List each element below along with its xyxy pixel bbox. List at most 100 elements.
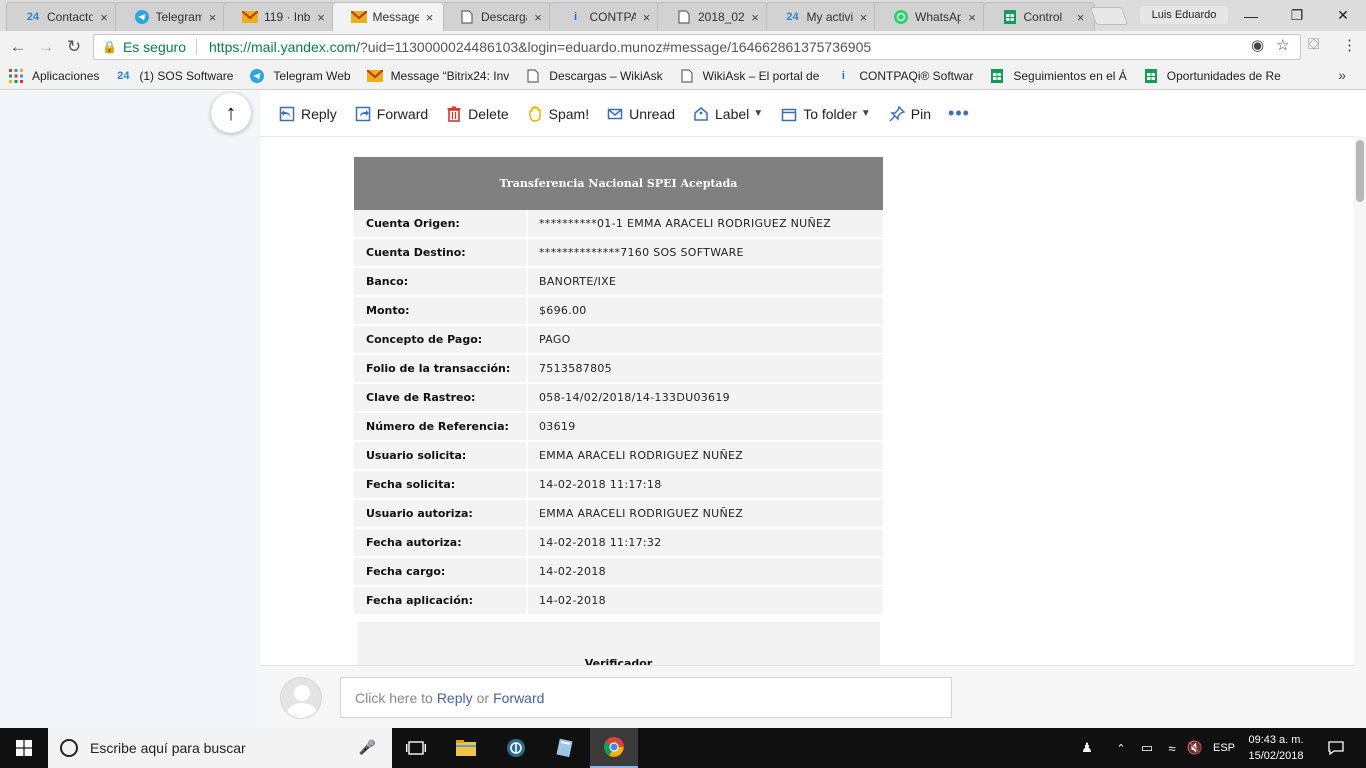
microphone-icon[interactable]: 🎤 <box>359 739 376 756</box>
taskbar-search[interactable]: Escribe aquí para buscar 🎤 <box>48 728 392 768</box>
scrollbar[interactable] <box>1354 137 1366 728</box>
new-tab-button[interactable] <box>1089 7 1129 25</box>
bookmark-star-icon[interactable]: ☆ <box>1276 36 1289 54</box>
people-icon[interactable]: ♟ <box>1076 728 1098 768</box>
extension-shield-icon[interactable]: ⛋ <box>1308 36 1319 53</box>
restore-icon[interactable]: ❐ <box>1274 0 1320 31</box>
sheets-icon <box>1143 68 1159 84</box>
site-favicon-icon: i <box>841 70 845 82</box>
mail-toolbar: Reply Forward Delete Spam! Unread Label … <box>260 91 1354 137</box>
quick-reply-input[interactable]: Click here to Reply or Forward <box>340 677 952 718</box>
field-label: Cuenta Origen: <box>354 210 528 237</box>
tab-close-icon[interactable]: × <box>857 10 871 25</box>
field-label: Concepto de Pago: <box>354 326 528 353</box>
clock-time: 09:43 a. m. <box>1248 734 1304 746</box>
bookmark-item[interactable]: Descargas – WikiAsk <box>525 68 663 84</box>
tab-close-icon[interactable]: × <box>748 10 762 25</box>
sheets-icon <box>1002 9 1018 25</box>
reload-icon[interactable]: ↻ <box>64 37 84 57</box>
quick-reply-link[interactable]: Reply <box>437 690 473 706</box>
browser-tab[interactable]: Telegram × <box>114 2 227 31</box>
browser-tab[interactable]: i CONTPAQi × <box>548 2 661 31</box>
taskbar-search-placeholder: Escribe aquí para buscar <box>90 740 246 756</box>
bookmark-item[interactable]: Aplicaciones <box>8 68 99 84</box>
scrollbar-thumb[interactable] <box>1356 140 1364 202</box>
tab-title: Message <box>372 10 419 24</box>
back-icon[interactable]: ← <box>8 37 28 57</box>
browser-tab[interactable]: Message × <box>331 2 444 31</box>
app-notes-icon[interactable] <box>541 728 589 768</box>
field-value: 03619 <box>528 413 883 440</box>
wifi-icon[interactable]: ≈ <box>1162 728 1182 768</box>
bookmark-item[interactable]: Message “Bitrix24: Inv <box>366 68 509 84</box>
tab-close-icon[interactable]: × <box>423 10 437 25</box>
tab-close-icon[interactable]: × <box>965 10 979 25</box>
bookmark-item[interactable]: Telegram Web <box>249 68 351 84</box>
tab-close-icon[interactable]: × <box>206 10 220 25</box>
task-view-icon[interactable] <box>392 728 440 768</box>
quick-forward-link[interactable]: Forward <box>493 690 544 706</box>
field-value: EMMA ARACELI RODRIGUEZ NUÑEZ <box>528 500 883 527</box>
notifications-icon[interactable] <box>1318 728 1354 768</box>
browser-tab[interactable]: 24 Contactos × <box>6 2 118 31</box>
tab-title: 2018_02 <box>698 10 744 24</box>
site-favicon-icon: 24 <box>117 70 130 82</box>
label-button[interactable]: Label ▼ <box>692 105 763 123</box>
spam-button[interactable]: Spam! <box>526 105 589 123</box>
battery-icon[interactable]: ▭ <box>1137 728 1157 768</box>
language-indicator[interactable]: ESP <box>1210 728 1238 768</box>
field-label: Número de Referencia: <box>354 413 528 440</box>
site-favicon-icon: 24 <box>26 11 40 23</box>
bookmark-item[interactable]: i CONTPAQi® Softwar <box>835 68 974 84</box>
field-label: Fecha autoriza: <box>354 529 528 556</box>
browser-tab[interactable]: 2018_02 × <box>657 2 769 31</box>
tab-close-icon[interactable]: × <box>314 10 328 25</box>
more-bookmarks-icon[interactable]: » <box>1338 67 1346 83</box>
tab-title: WhatsApp <box>915 10 961 24</box>
browser-tab[interactable]: 119 · Inbox × <box>223 2 335 31</box>
bookmark-label: Seguimientos en el Á <box>1013 69 1127 83</box>
menu-icon[interactable]: ⋮ <box>1342 36 1357 54</box>
reply-button[interactable]: Reply <box>278 105 337 123</box>
bookmark-item[interactable]: Seguimientos en el Á <box>989 68 1127 84</box>
tab-title: Control <box>1023 10 1063 24</box>
table-row: Clave de Rastreo: 058-14/02/2018/14-133DU… <box>354 384 883 413</box>
browser-tab[interactable]: WhatsApp × <box>874 2 986 31</box>
show-hidden-icons[interactable]: ⌃ <box>1112 728 1130 768</box>
table-row: Fecha autoriza: 14-02-2018 11:17:32 <box>354 529 883 558</box>
browser-tab[interactable]: Control × <box>982 2 1095 31</box>
tab-title: My activity <box>806 10 853 24</box>
tab-close-icon[interactable]: × <box>97 10 111 25</box>
browser-tab[interactable]: 24 My activity × <box>765 2 878 31</box>
chrome-icon[interactable] <box>590 728 638 768</box>
forward-nav-icon[interactable]: → <box>36 37 56 57</box>
bookmark-item[interactable]: 24 (1) SOS Software <box>115 68 233 84</box>
gmail-icon <box>350 9 367 25</box>
file-explorer-icon[interactable] <box>442 728 490 768</box>
unread-button[interactable]: Unread <box>606 105 675 123</box>
app-round-icon[interactable] <box>492 728 540 768</box>
scroll-up-arrow-icon[interactable]: ↑ <box>211 93 251 133</box>
start-button[interactable] <box>0 728 48 768</box>
secure-label: Es seguro <box>123 39 197 55</box>
tab-close-icon[interactable]: × <box>531 10 545 25</box>
address-bar[interactable]: 🔒 Es seguro https://mail.yandex.com/?uid… <box>93 34 1301 60</box>
tab-title: Descargas <box>481 10 527 24</box>
close-window-icon[interactable]: ✕ <box>1320 0 1366 31</box>
tab-close-icon[interactable]: × <box>640 10 654 25</box>
browser-tab[interactable]: Descargas × <box>440 2 552 31</box>
bookmark-item[interactable]: WikiAsk – El portal de <box>679 68 819 84</box>
delete-button[interactable]: Delete <box>445 105 509 123</box>
system-clock[interactable]: 09:43 a. m. 15/02/2018 <box>1242 732 1310 764</box>
forward-button[interactable]: Forward <box>354 105 428 123</box>
profile-name[interactable]: Luis Eduardo <box>1140 6 1228 24</box>
delete-label: Delete <box>468 105 509 122</box>
more-actions-button[interactable]: ••• <box>948 103 970 124</box>
volume-muted-icon[interactable]: 🔇 <box>1185 728 1205 768</box>
pin-button[interactable]: Pin <box>888 105 931 123</box>
minimize-icon[interactable]: — <box>1228 0 1274 31</box>
bookmark-item[interactable]: Oportunidades de Re <box>1143 68 1281 84</box>
to-folder-button[interactable]: To folder ▼ <box>780 105 871 123</box>
site-settings-icon[interactable]: ◉ <box>1251 36 1264 54</box>
tab-close-icon[interactable]: × <box>1074 10 1088 25</box>
